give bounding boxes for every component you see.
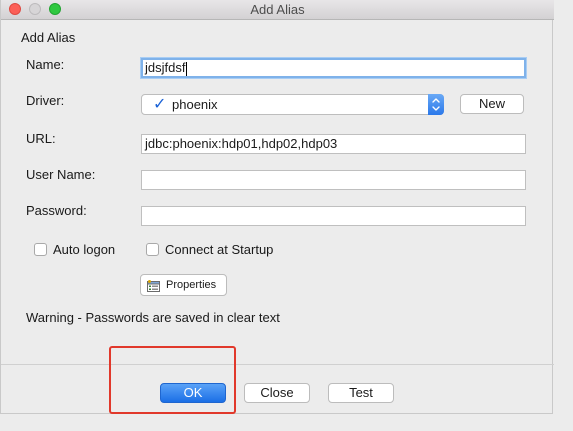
- auto-logon-checkbox[interactable]: Auto logon: [34, 242, 115, 258]
- url-label: URL:: [26, 131, 56, 146]
- title-bar[interactable]: Add Alias: [1, 0, 554, 20]
- footer-divider: [1, 364, 554, 365]
- window-title: Add Alias: [250, 2, 305, 17]
- name-label: Name:: [26, 57, 65, 72]
- name-field[interactable]: jdsjfdsf: [141, 58, 526, 78]
- driver-select[interactable]: ✓ phoenix: [141, 94, 444, 115]
- password-warning: Warning - Passwords are saved in clear t…: [26, 310, 280, 325]
- password-label: Password:: [26, 203, 87, 218]
- driver-label: Driver:: [26, 93, 65, 108]
- user-name-label: User Name:: [26, 167, 96, 182]
- driver-selected-value: phoenix: [172, 97, 218, 112]
- url-field[interactable]: jdbc:phoenix:hdp01,hdp02,hdp03: [141, 134, 526, 154]
- properties-sheet-icon: [147, 279, 160, 292]
- user-name-field[interactable]: [141, 170, 526, 190]
- password-field[interactable]: [141, 206, 526, 226]
- properties-button[interactable]: Properties: [140, 274, 227, 296]
- chevron-updown-icon[interactable]: [428, 94, 444, 115]
- annotation-highlight-box: [109, 346, 236, 414]
- checkbox-box[interactable]: [146, 243, 159, 256]
- name-field-value: jdsjfdsf: [145, 60, 186, 75]
- test-button[interactable]: Test: [328, 383, 394, 403]
- dialog-heading: Add Alias: [21, 30, 76, 45]
- add-alias-dialog: Add Alias Add Alias Name: jdsjfdsf Drive…: [0, 0, 554, 414]
- close-button[interactable]: Close: [244, 383, 310, 403]
- checkbox-box[interactable]: [34, 243, 47, 256]
- connect-at-startup-checkbox[interactable]: Connect at Startup: [146, 242, 273, 258]
- auto-logon-label: Auto logon: [53, 242, 116, 257]
- properties-button-label: Properties: [166, 279, 217, 291]
- new-driver-button[interactable]: New: [460, 94, 524, 114]
- checkmark-icon: ✓: [153, 96, 167, 113]
- text-caret: [186, 61, 188, 76]
- connect-at-startup-label: Connect at Startup: [165, 242, 274, 257]
